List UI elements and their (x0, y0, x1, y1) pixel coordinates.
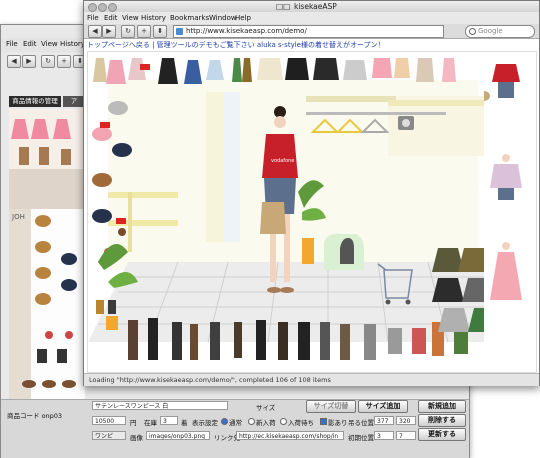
front-toolbar: ◀ ▶ ↻ + ⬍ http://www.kisekaeasp.com/demo… (84, 24, 539, 39)
menu-bookmarks[interactable]: Bookmarks (170, 14, 209, 22)
shadow-label: 影あり (328, 419, 348, 427)
back-menu-file[interactable]: File (6, 40, 18, 48)
secondary-tab[interactable]: ア (63, 96, 85, 107)
menu-window[interactable]: Window (209, 14, 237, 22)
back-menubar: File Edit View History (1, 38, 85, 52)
red-shirt (262, 134, 298, 178)
address-bar[interactable]: http://www.kisekaeasp.com/demo/ (173, 25, 444, 38)
back-menu-edit[interactable]: Edit (23, 40, 37, 48)
status-bar: Loading "http://www.kisekaeasp.com/demo/… (84, 373, 539, 386)
svg-text:vodafone: vodafone (271, 158, 294, 164)
initial-y-input[interactable]: 7 (396, 431, 416, 440)
front-menubar: File Edit View History Bookmarks Window … (84, 12, 539, 24)
cat (340, 238, 354, 264)
new-arrival-label: 新入荷 (256, 419, 276, 427)
category-select[interactable]: ワンピ (92, 431, 126, 440)
add-bookmark-button[interactable]: + (137, 25, 151, 38)
leopard-bag (260, 202, 286, 234)
stock-input[interactable]: 3 (160, 416, 178, 425)
right-outfit-column (484, 52, 536, 372)
product-name-input[interactable]: サテンレースワンピース 白 (92, 401, 228, 410)
back-reload-button[interactable]: ↻ (41, 55, 55, 68)
price-unit: 円 (130, 419, 137, 427)
update-button[interactable]: 更新する (418, 428, 466, 441)
status-text: Loading "http://www.kisekaeasp.com/demo/… (89, 376, 331, 384)
site-favicon-icon (176, 28, 183, 35)
link-url-input[interactable]: http://ec.kisekaeasp.com/shop/in (236, 431, 344, 440)
image-path-input[interactable]: images/onp03.png (146, 431, 210, 440)
form-panel: サテンレースワンピース 白 サイズ サイズ切替 サイズ追加 新規追加 10500… (84, 398, 468, 454)
awaiting-stock-radio[interactable] (280, 418, 287, 425)
count-unit: 着 (181, 419, 188, 427)
display-setting-label: 表示設定 (192, 419, 218, 427)
stock-label: 在庫 (144, 419, 157, 427)
delete-button[interactable]: 削除する (418, 414, 466, 427)
address-url: http://www.kisekaeasp.com/demo/ (186, 27, 307, 35)
back-item-catalog: JOH (9, 109, 85, 413)
google-search-input[interactable]: Google (465, 25, 535, 38)
zoom-window-button[interactable] (108, 3, 117, 12)
menu-history[interactable]: History (141, 14, 166, 22)
minimize-window-button[interactable] (98, 3, 107, 12)
menu-view[interactable]: View (122, 14, 139, 22)
normal-radio-label: 通常 (229, 419, 242, 427)
normal-radio[interactable] (221, 418, 228, 425)
window-title: kisekaeASP (294, 2, 337, 11)
initial-position-label: 初期位置 (348, 434, 374, 442)
add-new-button[interactable]: 新規追加 (418, 400, 466, 413)
snapback-button[interactable]: ⬍ (153, 25, 167, 38)
initial-x-input[interactable]: 3 (374, 431, 394, 440)
shadow-checkbox[interactable] (320, 418, 327, 425)
back-forward-button[interactable]: ▶ (22, 55, 36, 68)
price-input[interactable]: 10500 (92, 416, 126, 425)
close-window-button[interactable] (88, 3, 97, 12)
back-add-bookmark-button[interactable]: + (57, 55, 71, 68)
forward-button[interactable]: ▶ (102, 25, 116, 38)
product-management-tab[interactable]: 商品情報の管理 (9, 96, 61, 107)
menu-help[interactable]: Help (235, 14, 251, 22)
product-code-label: 商品コード onp03 (7, 412, 63, 420)
hanger-x-input[interactable]: 377 (374, 416, 394, 425)
search-placeholder: Google (478, 27, 503, 35)
menu-file[interactable]: File (87, 14, 99, 22)
svg-text:JOH: JOH (11, 213, 25, 221)
top-links-bar[interactable]: トップページへ戻る | 管理ツールのデモもご覧下さい aluka s-style… (87, 40, 527, 50)
title-prefix: □□ (276, 2, 291, 11)
size-label: サイズ (256, 404, 276, 412)
add-size-button[interactable]: サイズ追加 (358, 400, 408, 413)
back-button[interactable]: ◀ (88, 25, 102, 38)
back-catalog-thumbnails: JOH (9, 109, 85, 413)
back-menu-history[interactable]: History (60, 40, 85, 48)
search-icon (469, 28, 476, 35)
size-switch-button[interactable]: サイズ切替 (306, 400, 356, 413)
back-menu-view[interactable]: View (41, 40, 58, 48)
back-back-button[interactable]: ◀ (7, 55, 21, 68)
image-label: 画像 (130, 434, 143, 442)
hanger-y-input[interactable]: 320 (396, 416, 416, 425)
title-bar: □□ kisekaeASP (84, 1, 539, 12)
new-arrival-radio[interactable] (248, 418, 255, 425)
awaiting-stock-label: 入荷待ち (288, 419, 314, 427)
front-browser-window[interactable]: □□ kisekaeASP File Edit View History Boo… (83, 0, 540, 386)
dress-up-scene: vodafone (88, 58, 536, 360)
reload-button[interactable]: ↻ (121, 25, 135, 38)
menu-edit[interactable]: Edit (104, 14, 118, 22)
hanger-position-label: 吊る位置 (348, 419, 374, 427)
dress-up-stage[interactable]: vodafone (87, 51, 537, 373)
